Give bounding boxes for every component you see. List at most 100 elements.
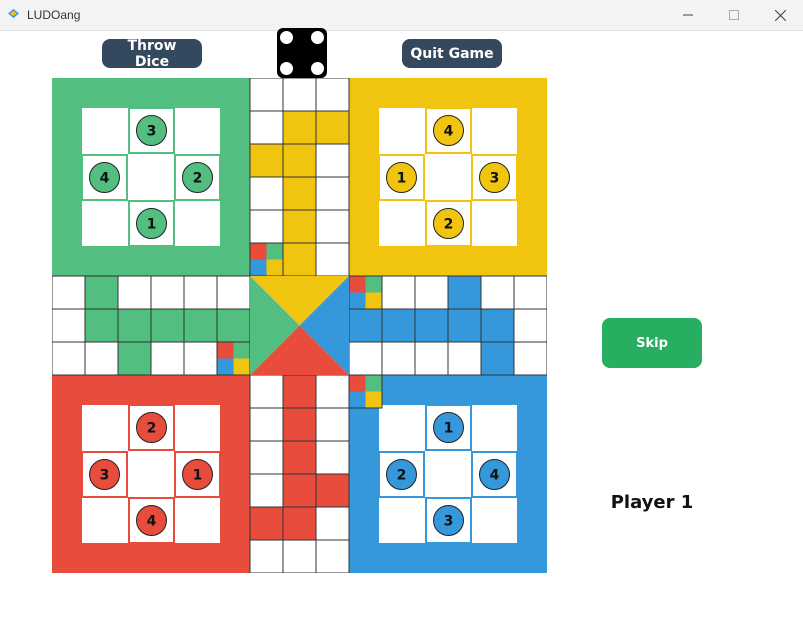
track-cell bbox=[447, 275, 482, 310]
track-cell bbox=[282, 143, 317, 178]
track-cell bbox=[315, 440, 350, 475]
track-cell bbox=[249, 506, 284, 541]
track-cell bbox=[315, 110, 350, 145]
app-icon bbox=[8, 9, 19, 18]
track-cell bbox=[84, 341, 119, 376]
track-cell bbox=[249, 176, 284, 211]
track-cell bbox=[513, 341, 547, 376]
track-cell bbox=[117, 308, 152, 343]
track-cell bbox=[315, 374, 350, 409]
track-cell bbox=[52, 341, 86, 376]
track-cell bbox=[150, 275, 185, 310]
track-cell bbox=[84, 308, 119, 343]
safe-marker-quadrant bbox=[349, 375, 366, 392]
dice-pip bbox=[280, 31, 293, 44]
track-cell bbox=[183, 308, 218, 343]
dice-pip bbox=[280, 62, 293, 75]
track-cell bbox=[381, 275, 416, 310]
track-cell bbox=[249, 209, 284, 244]
token-number: 3 bbox=[100, 468, 110, 484]
safe-marker-quadrant bbox=[365, 292, 382, 309]
minimize-button[interactable] bbox=[665, 0, 711, 30]
track-cell bbox=[348, 341, 383, 376]
token-number: 4 bbox=[147, 514, 157, 530]
skip-button[interactable]: Skip bbox=[602, 318, 702, 368]
token-number: 1 bbox=[444, 421, 454, 437]
token-number: 1 bbox=[193, 468, 203, 484]
window-title: LUDOang bbox=[27, 8, 81, 22]
track-cell bbox=[282, 242, 317, 277]
track-cell bbox=[282, 110, 317, 145]
safe-marker-quadrant bbox=[217, 342, 234, 359]
close-button[interactable] bbox=[757, 0, 803, 30]
safe-marker-quadrant bbox=[365, 276, 382, 293]
track-cell bbox=[315, 176, 350, 211]
token-number: 1 bbox=[147, 217, 157, 233]
token-number: 4 bbox=[100, 171, 110, 187]
maximize-button[interactable] bbox=[711, 0, 757, 30]
throw-dice-button[interactable]: Throw Dice bbox=[102, 38, 202, 70]
token-number: 2 bbox=[397, 468, 407, 484]
title-bar: LUDOang bbox=[0, 0, 803, 31]
track-cell bbox=[315, 242, 350, 277]
track-cell bbox=[513, 308, 547, 343]
track-cell bbox=[315, 539, 350, 573]
safe-marker-quadrant bbox=[349, 276, 366, 293]
track-cell bbox=[249, 78, 284, 112]
track-cell bbox=[216, 275, 251, 310]
token-number: 2 bbox=[444, 217, 454, 233]
safe-marker-quadrant bbox=[365, 391, 382, 408]
safe-marker-quadrant bbox=[266, 243, 283, 260]
safe-marker-quadrant bbox=[250, 259, 267, 276]
track-cell bbox=[117, 341, 152, 376]
track-cell bbox=[282, 473, 317, 508]
dice-four-icon bbox=[277, 28, 327, 78]
track-cell bbox=[447, 341, 482, 376]
track-cell bbox=[183, 341, 218, 376]
track-cell bbox=[315, 78, 350, 112]
track-cell bbox=[282, 407, 317, 442]
safe-marker-quadrant bbox=[349, 292, 366, 309]
ludo-board: 3 4 2 1 4 1 3 2 2 3 1 4 1 2 4 3 bbox=[52, 78, 547, 573]
track-cell bbox=[315, 506, 350, 541]
track-cell bbox=[249, 539, 284, 573]
track-cell bbox=[480, 341, 515, 376]
safe-marker-quadrant bbox=[349, 391, 366, 408]
current-player-label: Player 1 bbox=[610, 492, 694, 513]
safe-marker-quadrant bbox=[250, 243, 267, 260]
track-cell bbox=[282, 440, 317, 475]
token-number: 3 bbox=[490, 171, 500, 187]
token-number: 2 bbox=[193, 171, 203, 187]
track-cell bbox=[282, 176, 317, 211]
token-number: 1 bbox=[397, 171, 407, 187]
close-icon bbox=[774, 9, 786, 21]
token-number: 2 bbox=[147, 421, 157, 437]
minimize-icon bbox=[683, 14, 693, 16]
dice-pip bbox=[311, 31, 324, 44]
track-cell bbox=[282, 539, 317, 573]
safe-marker-quadrant bbox=[266, 259, 283, 276]
track-cell bbox=[381, 341, 416, 376]
track-cell bbox=[249, 473, 284, 508]
safe-marker-quadrant bbox=[365, 375, 382, 392]
track-cell bbox=[315, 209, 350, 244]
track-cell bbox=[183, 275, 218, 310]
track-cell bbox=[513, 275, 547, 310]
quit-game-button[interactable]: Quit Game bbox=[402, 39, 502, 68]
token-number: 3 bbox=[444, 514, 454, 530]
maximize-icon bbox=[729, 10, 739, 20]
track-cell bbox=[381, 308, 416, 343]
track-cell bbox=[447, 308, 482, 343]
safe-marker-quadrant bbox=[233, 358, 250, 375]
track-cell bbox=[52, 308, 86, 343]
safe-marker-quadrant bbox=[233, 342, 250, 359]
token-number: 4 bbox=[490, 468, 500, 484]
safe-marker-quadrant bbox=[217, 358, 234, 375]
track-cell bbox=[150, 308, 185, 343]
token-number: 4 bbox=[444, 124, 454, 140]
track-cell bbox=[414, 341, 449, 376]
track-cell bbox=[249, 110, 284, 145]
track-cell bbox=[315, 473, 350, 508]
track-cell bbox=[315, 143, 350, 178]
track-cell bbox=[414, 275, 449, 310]
